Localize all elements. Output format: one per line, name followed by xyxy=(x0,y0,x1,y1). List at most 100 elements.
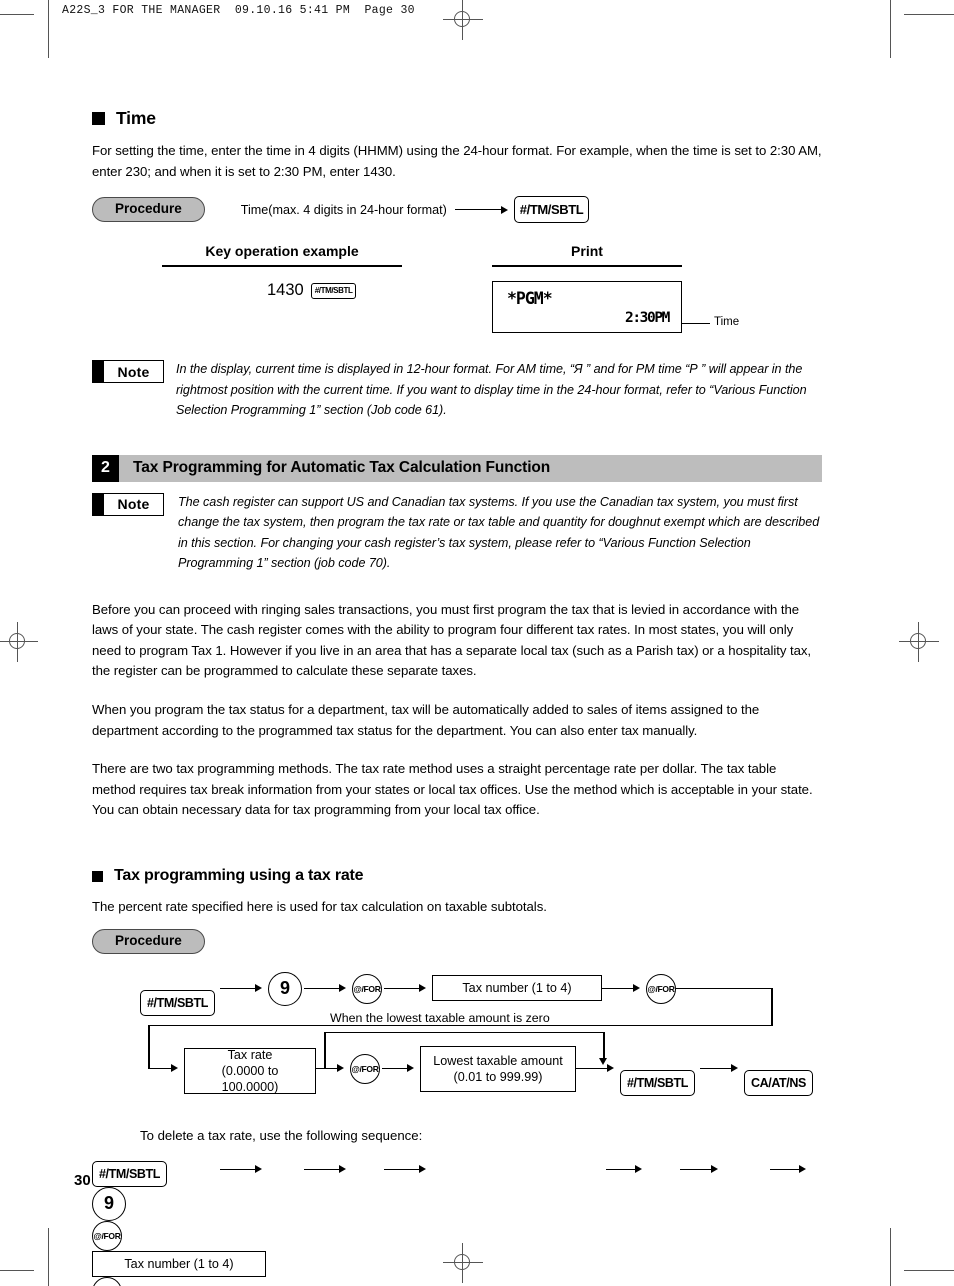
key-tm-sbtl-label: #/TM/SBTL xyxy=(620,1069,695,1096)
time-procedure-row: Procedure Time(max. 4 digits in 24-hour … xyxy=(92,196,822,224)
arrow-head-icon xyxy=(337,1063,344,1072)
heading-tax-rate: Tax programming using a tax rate xyxy=(92,867,822,885)
flow-connector-wrap-right xyxy=(771,987,773,1026)
print-time-text: 2:30PM xyxy=(625,310,670,327)
crop-mark-left-vertical-bottom xyxy=(48,1228,49,1286)
flow-connector xyxy=(384,987,422,990)
section-title: Tax Programming for Automatic Tax Calcul… xyxy=(119,454,822,482)
note-tag-label: Note xyxy=(117,496,150,513)
digit-9-label: 9 xyxy=(268,971,302,1006)
arrow-head-icon xyxy=(255,1164,262,1173)
registration-mark-right-middle xyxy=(899,622,939,662)
tax-paragraph-1: Before you can proceed with ringing sale… xyxy=(92,601,812,679)
flow-digit-9-1: 9 xyxy=(268,971,302,1006)
heading-tax-rate-label: Tax programming using a tax rate xyxy=(114,867,364,885)
flow-branch-left-vertical xyxy=(324,1031,326,1068)
arrow-head-icon xyxy=(255,983,262,992)
print-receipt-box: *PGM* 2:30PM xyxy=(492,281,682,334)
key-tm-sbtl-label: #/TM/SBTL xyxy=(92,1160,167,1187)
flow-del-key-at-for-2: @/FOR xyxy=(92,1276,822,1286)
key-tm-sbtl-label: #/TM/SBTL xyxy=(140,989,215,1016)
section-banner-tax-programming: 2 Tax Programming for Automatic Tax Calc… xyxy=(92,454,822,482)
lowest-taxable-box: Lowest taxable amount (0.01 to 999.99) xyxy=(420,1045,576,1092)
crop-mark-right-vertical xyxy=(890,0,891,58)
callout-leader-line xyxy=(682,323,710,325)
digit-9-label: 9 xyxy=(92,1186,126,1221)
flow-connector xyxy=(576,1067,610,1070)
flow-connector xyxy=(700,1067,734,1070)
key-at-for-label: @/FOR xyxy=(92,1220,122,1251)
arrow-head-icon xyxy=(799,1164,806,1173)
key-at-for-label: @/FOR xyxy=(352,973,382,1004)
flow-box-tax-number-1: Tax number (1 to 4) xyxy=(432,974,602,1001)
flow-connector-wrap-bottom xyxy=(148,1024,772,1027)
flow-connector xyxy=(382,1067,410,1070)
arrow-head-icon xyxy=(419,983,426,992)
column-title-key-operation: Key operation example xyxy=(205,243,359,260)
key-tm-sbtl-example: #/TM/SBTL xyxy=(310,282,357,299)
flow-connector xyxy=(770,1168,802,1171)
page-content: Time For setting the time, enter the tim… xyxy=(92,108,822,1286)
flow-connector xyxy=(304,1168,342,1171)
flow-del-box-tax-number: Tax number (1 to 4) xyxy=(92,1250,822,1277)
flow-del-digit-9: 9 xyxy=(92,1186,822,1221)
flow-connector xyxy=(304,987,342,990)
crop-mark-bottom-left-horizontal xyxy=(0,1270,34,1271)
arrow-head-icon xyxy=(339,1164,346,1173)
note-block-tax: Note The cash register can support US an… xyxy=(92,492,822,574)
tax-rate-intro: The percent rate specified here is used … xyxy=(92,899,547,915)
page-running-header: A22S_3 FOR THE MANAGER 09.10.16 5:41 PM … xyxy=(62,4,415,17)
flow-branch-label: When the lowest taxable amount is zero xyxy=(330,1010,550,1025)
crop-mark-top-left-horizontal xyxy=(0,14,34,15)
flow-del-key-at-for-1: @/FOR xyxy=(92,1220,822,1251)
column-rule-print xyxy=(492,265,682,267)
square-bullet-icon xyxy=(92,870,103,882)
flow-box-tax-rate: Tax rate (0.0000 to 100.0000) xyxy=(184,1046,316,1094)
note-text-time: In the display, current time is displaye… xyxy=(176,362,807,418)
tax-rate-line1: Tax rate xyxy=(227,1047,273,1062)
crop-mark-left-vertical xyxy=(48,0,49,58)
flow-key-at-for-2: @/FOR xyxy=(646,973,676,1004)
flowchart-delete-tax-rate: #/TM/SBTL 9 @/FOR Tax number (1 to 4) @/… xyxy=(92,1147,822,1286)
tax-rate-box: Tax rate (0.0000 to 100.0000) xyxy=(184,1047,316,1094)
arrow-head-icon xyxy=(607,1063,614,1072)
arrow-head-icon xyxy=(171,1063,178,1072)
tax-number-label: Tax number (1 to 4) xyxy=(92,1250,266,1277)
registration-mark-top-center xyxy=(443,0,483,40)
arrow-head-down-icon xyxy=(599,1057,607,1065)
flow-connector xyxy=(220,1168,258,1171)
square-bullet-icon xyxy=(92,112,105,125)
column-title-print: Print xyxy=(571,243,603,260)
key-ca-at-ns-label: CA/AT/NS xyxy=(744,1069,813,1096)
key-at-for-label: @/FOR xyxy=(350,1053,380,1084)
tax-number-label: Tax number (1 to 4) xyxy=(432,974,602,1001)
arrow-head-icon xyxy=(633,983,640,992)
note-tag: Note xyxy=(92,360,164,384)
flow-connector xyxy=(384,1168,422,1171)
flow-key-ca-at-ns-1: CA/AT/NS xyxy=(744,1056,813,1096)
note-tag-bar-icon xyxy=(93,493,104,515)
flow-key-at-for-1: @/FOR xyxy=(352,973,382,1004)
flow-key-tm-sbtl-2: #/TM/SBTL xyxy=(620,1056,695,1096)
arrow-head-icon xyxy=(407,1063,414,1072)
crop-mark-right-vertical-bottom xyxy=(890,1228,891,1286)
flow-connector xyxy=(220,987,258,990)
flow-branch-horizontal xyxy=(324,1031,604,1034)
arrow-head-icon xyxy=(711,1164,718,1173)
example-entry-value: 1430 xyxy=(267,281,304,300)
lowest-line2: (0.01 to 999.99) xyxy=(453,1069,543,1084)
tax-paragraph-2: When you program the tax status for a de… xyxy=(92,702,760,738)
tax-paragraph-3: There are two tax programming methods. T… xyxy=(92,761,813,818)
flow-connector-wrap-top xyxy=(676,987,772,990)
note-text-tax: The cash register can support US and Can… xyxy=(178,494,820,571)
procedure-pill-time: Procedure xyxy=(92,197,205,223)
page-number: 30 xyxy=(74,1172,91,1189)
lowest-line1: Lowest taxable amount xyxy=(433,1053,563,1068)
flow-key-tm-sbtl-1: #/TM/SBTL xyxy=(140,976,215,1016)
flow-connector xyxy=(680,1168,714,1171)
heading-time: Time xyxy=(92,108,822,129)
flow-connector xyxy=(602,987,636,990)
time-intro-paragraph: For setting the time, enter the time in … xyxy=(92,143,822,179)
section-number: 2 xyxy=(92,454,119,482)
callout-label-time: Time xyxy=(714,316,740,329)
